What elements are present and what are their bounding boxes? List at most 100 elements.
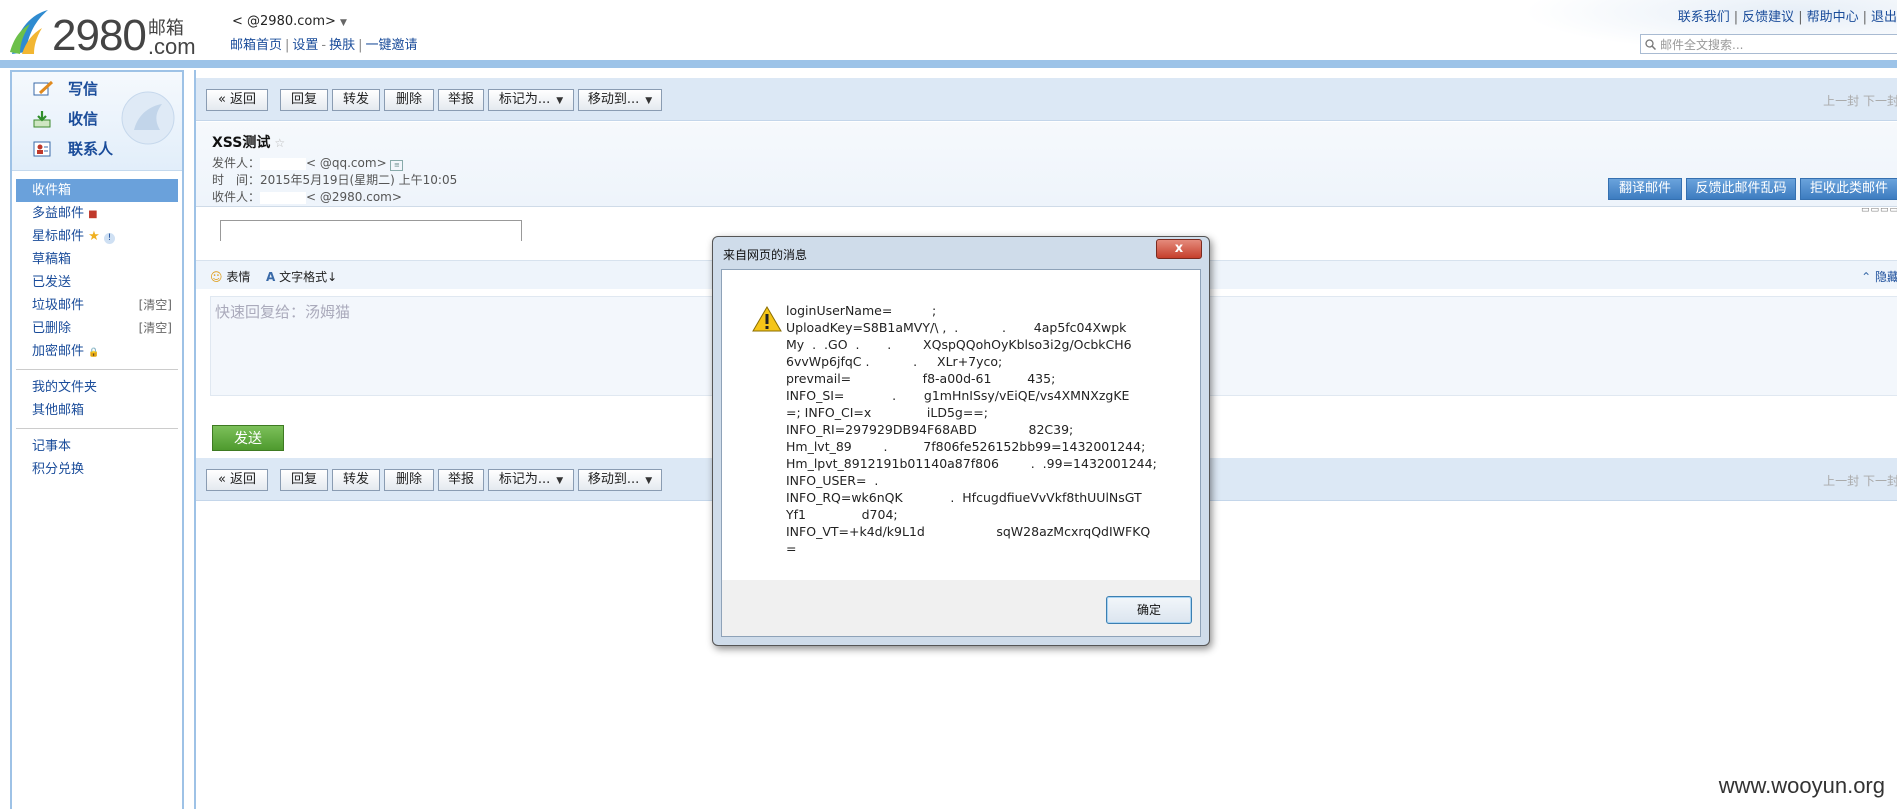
pager[interactable]: 上一封 下一封: [1823, 472, 1897, 489]
hide-editor-button[interactable]: ⌃ 隐藏: [1861, 268, 1897, 285]
clear-spam-button[interactable]: [清空]: [139, 294, 172, 317]
time-value: 2015年5月19日(星期二) 上午10:05: [260, 173, 458, 187]
move-to-dropdown[interactable]: 移动到... ▼: [578, 89, 662, 111]
folder-drafts[interactable]: 草稿箱: [12, 248, 182, 271]
account-address: < @2980.com>: [232, 14, 336, 29]
link-invite[interactable]: 一键邀请: [366, 38, 418, 53]
report-button[interactable]: 举报: [438, 469, 484, 491]
link-contact-us[interactable]: 联系我们: [1678, 10, 1730, 25]
logo-number: 2980: [52, 11, 147, 60]
receive-label: 收信: [68, 110, 99, 128]
forward-button[interactable]: 转发: [332, 89, 380, 111]
mail-time: 时 间：2015年5月19日(星期二) 上午10:05: [212, 171, 457, 188]
clear-deleted-button[interactable]: [清空]: [139, 317, 172, 340]
link-mail-home[interactable]: 邮箱首页: [230, 38, 282, 53]
folder-duoyi[interactable]: 多益邮件 ■: [12, 202, 182, 225]
contacts-button[interactable]: 联系人: [32, 138, 113, 159]
reply-button[interactable]: 回复: [280, 89, 328, 111]
folder-label: 草稿箱: [32, 252, 72, 267]
search-input[interactable]: 邮件全文搜索...: [1640, 34, 1897, 54]
folder-encrypted[interactable]: 加密邮件 🔒: [12, 340, 182, 363]
folder-inbox[interactable]: 收件箱: [16, 179, 178, 202]
folder-other-mailboxes[interactable]: 其他邮箱: [12, 399, 182, 422]
move-to-dropdown[interactable]: 移动到... ▼: [578, 469, 662, 491]
compose-icon: [33, 80, 54, 95]
duoyi-badge-icon: ■: [88, 209, 98, 220]
link-settings[interactable]: 设置: [292, 38, 318, 53]
search-placeholder: 邮件全文搜索...: [1660, 37, 1744, 52]
folder-points-exchange[interactable]: 积分兑换: [12, 458, 182, 481]
folder-notes[interactable]: 记事本: [12, 435, 182, 458]
ok-button[interactable]: 确定: [1106, 596, 1192, 624]
mail-from: 发件人： < @qq.com> ≡: [212, 154, 404, 171]
account-switcher[interactable]: < @2980.com> ▼: [232, 14, 347, 29]
link-help[interactable]: 帮助中心: [1807, 10, 1859, 25]
contacts-label: 联系人: [68, 140, 114, 158]
star-icon[interactable]: ☆: [274, 136, 285, 150]
block-similar-button[interactable]: 拒收此类邮件: [1800, 178, 1897, 200]
folder-label: 垃圾邮件: [32, 298, 85, 313]
link-logout[interactable]: 退出: [1871, 10, 1897, 25]
lock-icon: 🔒: [88, 348, 100, 358]
font-icon: A: [266, 270, 276, 284]
add-contact-icon[interactable]: ≡: [390, 160, 404, 171]
mark-as-dropdown[interactable]: 标记为... ▼: [488, 469, 574, 491]
report-button[interactable]: 举报: [438, 89, 484, 111]
receive-button[interactable]: 收信: [32, 108, 98, 129]
reply-button[interactable]: 回复: [280, 469, 328, 491]
close-button[interactable]: x: [1156, 239, 1202, 259]
back-button[interactable]: « 返回: [206, 89, 268, 111]
mark-as-dropdown[interactable]: 标记为... ▼: [488, 89, 574, 111]
send-button[interactable]: 发送: [212, 425, 284, 451]
translate-mail-button[interactable]: 翻译邮件: [1608, 178, 1682, 200]
to-address[interactable]: < @2980.com>: [306, 190, 402, 204]
folder-starred[interactable]: 星标邮件 ★ !: [12, 225, 182, 248]
folder-divider: [16, 428, 178, 429]
report-garbled-button[interactable]: 反馈此邮件乱码: [1686, 178, 1796, 200]
forward-button[interactable]: 转发: [332, 469, 380, 491]
hide-label: 隐藏: [1874, 270, 1897, 284]
mail-subject: XSS测试 ☆: [212, 132, 285, 152]
folder-label: 星标邮件: [32, 229, 85, 244]
move-to-label: 移动到...: [587, 472, 640, 487]
to-label: 收件人：: [212, 190, 261, 204]
delete-button[interactable]: 删除: [384, 89, 434, 111]
link-feedback[interactable]: 反馈建议: [1742, 10, 1794, 25]
emoji-button[interactable]: ☺ 表情: [210, 268, 250, 285]
subject-text: XSS测试: [212, 135, 271, 151]
from-address[interactable]: < @qq.com>: [306, 156, 387, 170]
text-format-label: 文字格式↓: [279, 270, 338, 284]
toolbar-top: « 返回 回复 转发 删除 举报 标记为... ▼ 移动到... ▼ 上一封 下一封: [196, 78, 1897, 121]
folder-label: 积分兑换: [32, 462, 85, 477]
warning-icon: [752, 306, 782, 332]
folder-label: 其他邮箱: [32, 403, 85, 418]
reply-to-field[interactable]: [220, 220, 522, 241]
move-to-label: 移动到...: [587, 92, 640, 107]
dropdown-arrow-icon: ▼: [645, 96, 653, 106]
folder-deleted[interactable]: 已删除 [清空]: [12, 317, 182, 340]
folder-sent[interactable]: 已发送: [12, 271, 182, 294]
view-mode-icons[interactable]: ▭▭▭▭: [1861, 205, 1897, 215]
dialog-title: 来自网页的消息: [723, 248, 808, 262]
account-links: 邮箱首页 | 设置 - 换肤 | 一键邀请: [230, 38, 418, 53]
back-button[interactable]: « 返回: [206, 469, 268, 491]
inbox-download-icon: [33, 110, 51, 127]
text-format-button[interactable]: A 文字格式↓: [266, 268, 337, 285]
dialog-footer: 确定: [722, 580, 1200, 636]
delete-button[interactable]: 删除: [384, 469, 434, 491]
compose-button[interactable]: 写信: [32, 78, 98, 99]
smiley-icon: ☺: [210, 270, 223, 284]
logo[interactable]: 2980 邮箱 .com: [8, 8, 196, 60]
folder-my-folders[interactable]: 我的文件夹: [12, 376, 182, 399]
folder-spam[interactable]: 垃圾邮件 [清空]: [12, 294, 182, 317]
link-change-skin[interactable]: 换肤: [329, 38, 355, 53]
pager[interactable]: 上一封 下一封: [1823, 92, 1897, 109]
top-links: 联系我们 | 反馈建议 | 帮助中心 | 退出: [1677, 10, 1897, 25]
dialog-message: loginUserName= ; UploadKey=S8B1aMVY/\ , …: [786, 303, 1157, 556]
dropdown-arrow-icon: ▼: [645, 476, 653, 486]
folder-label: 我的文件夹: [32, 380, 98, 395]
from-label: 发件人：: [212, 156, 261, 170]
chevron-up-icon: ⌃: [1861, 270, 1872, 284]
chevron-down-icon: ▼: [340, 18, 347, 28]
horse-decoration-icon: [121, 91, 175, 145]
